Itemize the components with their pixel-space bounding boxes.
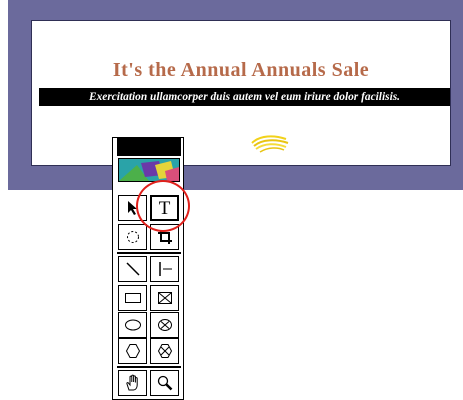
slide-title[interactable]: It's the Annual Annuals Sale	[32, 59, 450, 82]
polygon-icon	[125, 344, 140, 358]
polygon-frame-tool-button[interactable]	[150, 338, 179, 364]
line-tool-button[interactable]	[118, 256, 147, 282]
palette-divider	[117, 366, 181, 368]
perpendicular-line-tool-button[interactable]	[150, 256, 179, 282]
rectangle-frame-tool-button[interactable]	[150, 285, 179, 311]
rectangle-x-icon	[157, 292, 172, 304]
polygon-x-icon	[157, 344, 172, 358]
magnifier-icon	[157, 375, 172, 391]
tool-palette[interactable]: T	[112, 137, 184, 400]
palette-title-bar[interactable]	[117, 138, 181, 156]
decorative-swirl-graphic	[251, 135, 289, 153]
oval-icon	[124, 319, 141, 331]
grabber-hand-tool-button[interactable]	[118, 370, 147, 396]
hand-icon	[125, 374, 138, 391]
diagonal-line-icon	[125, 262, 140, 276]
slide-subtitle-selected[interactable]: Exercitation ullamcorper duis autem vel …	[39, 88, 450, 106]
slide-canvas[interactable]: It's the Annual Annuals Sale Exercitatio…	[31, 20, 451, 166]
oval-tool-button[interactable]	[118, 312, 147, 338]
palette-divider	[117, 252, 181, 254]
oval-frame-tool-button[interactable]	[150, 312, 179, 338]
zoom-tool-button[interactable]	[150, 370, 179, 396]
rotate-tool-button[interactable]	[118, 224, 147, 250]
color-swatch-image	[119, 159, 179, 181]
highlight-circle-annotation	[136, 180, 190, 232]
color-swatch-preview[interactable]	[118, 158, 180, 182]
rectangle-tool-button[interactable]	[118, 285, 147, 311]
oval-x-icon	[157, 319, 172, 331]
rotate-icon	[126, 231, 139, 243]
rectangle-icon	[124, 293, 141, 303]
polygon-tool-button[interactable]	[118, 338, 147, 364]
perpendicular-line-icon	[158, 262, 172, 276]
